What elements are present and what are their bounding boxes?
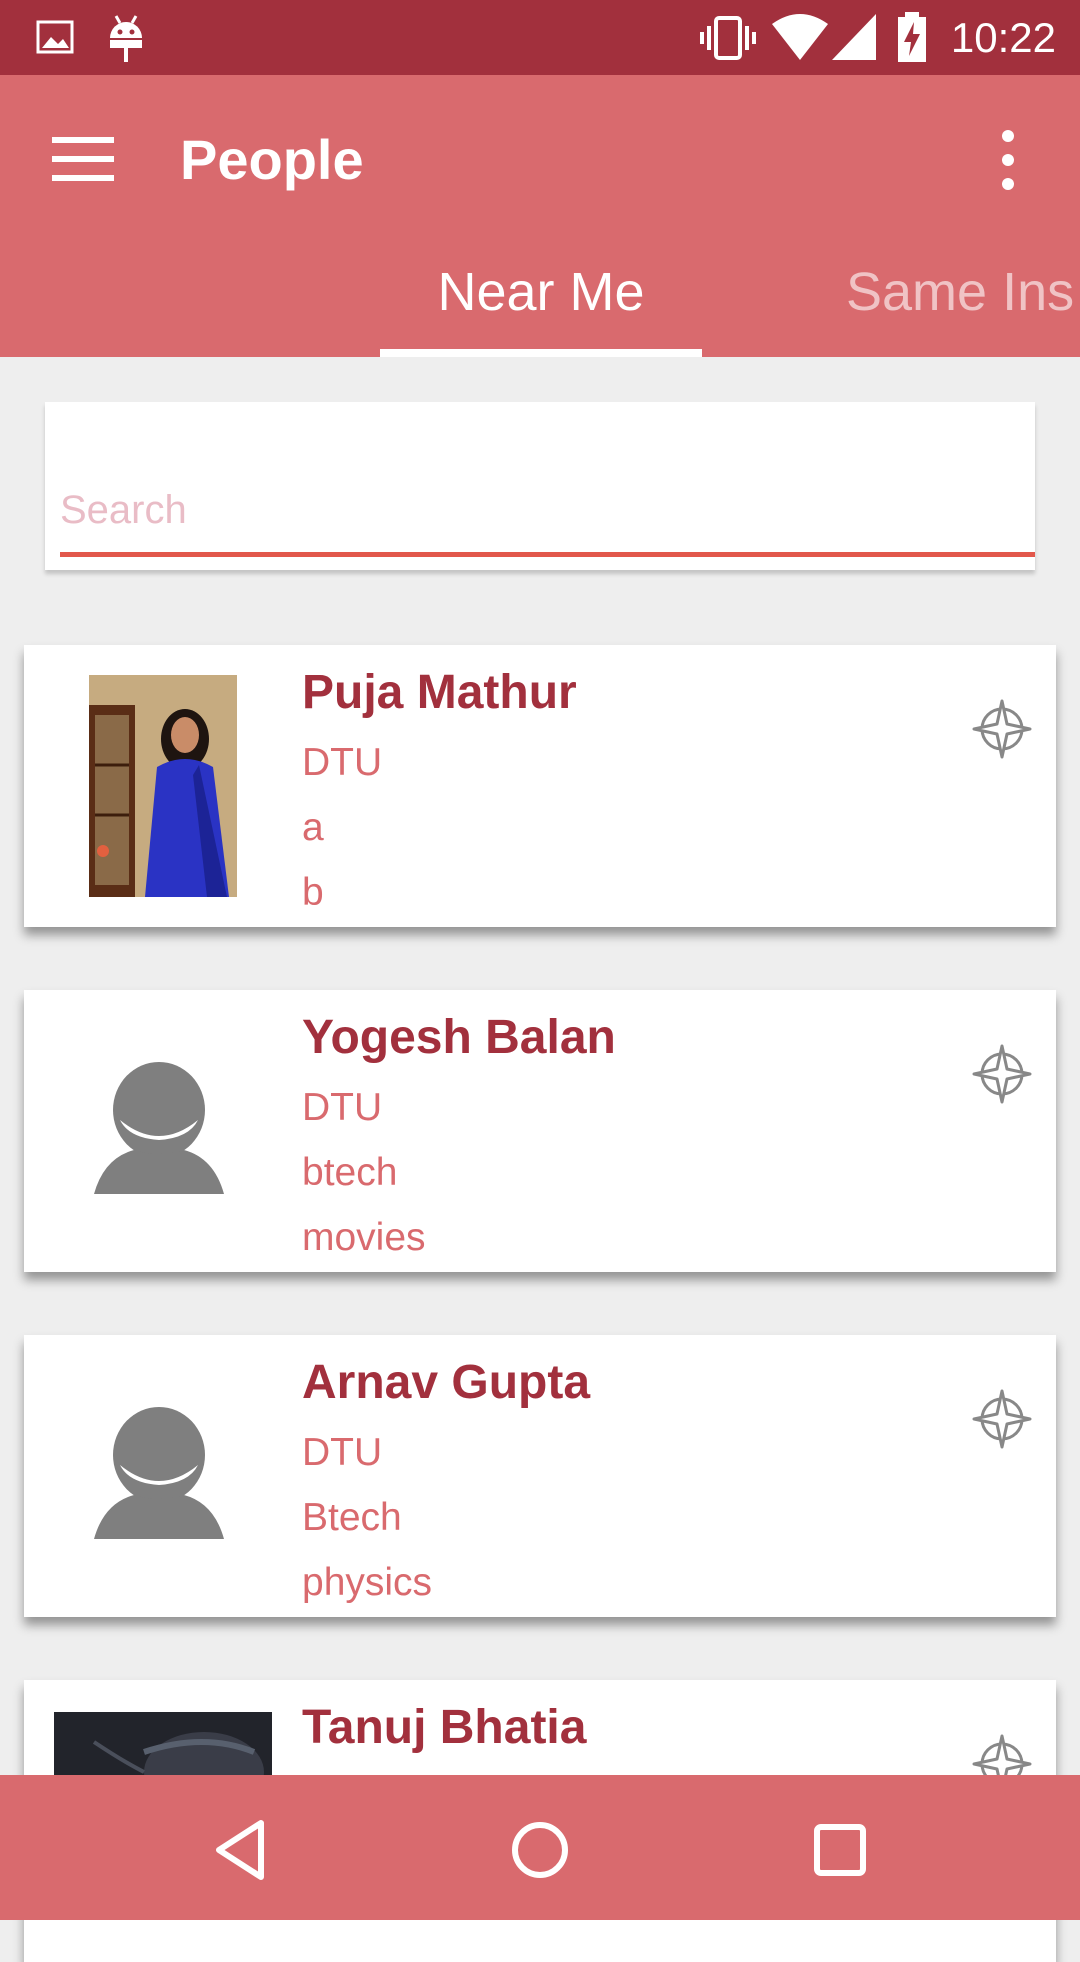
person-detail: a: [302, 806, 324, 849]
locate-icon[interactable]: [972, 1044, 1032, 1104]
signal-icon: [832, 14, 876, 60]
vibrate-icon: [700, 16, 756, 60]
person-card[interactable]: Puja Mathur DTU a b: [24, 645, 1056, 927]
person-detail: physics: [302, 1561, 433, 1604]
page-title: People: [180, 128, 364, 191]
avatar-photo: [89, 675, 237, 897]
default-avatar-icon: [94, 1062, 224, 1194]
person-card[interactable]: Arnav Gupta DTU Btech physics: [24, 1335, 1056, 1617]
tab-indicator: [380, 349, 702, 357]
system-nav-bar: [0, 1775, 1080, 1920]
android-icon: [110, 15, 142, 62]
search-underline: [60, 552, 1035, 557]
person-detail: Btech: [302, 1496, 402, 1539]
person-institute: DTU: [302, 1431, 383, 1474]
person-name: Puja Mathur: [302, 666, 577, 719]
person-institute: DTU: [302, 741, 383, 784]
clock: 10:22: [950, 14, 1056, 61]
person-name: Yogesh Balan: [302, 1011, 616, 1064]
person-detail: b: [302, 871, 324, 914]
tab-same-institute[interactable]: Same Ins: [846, 265, 1074, 357]
back-icon[interactable]: [205, 1815, 275, 1885]
recents-icon[interactable]: [805, 1815, 875, 1885]
search-input[interactable]: [60, 480, 1035, 540]
person-card[interactable]: Yogesh Balan DTU btech movies: [24, 990, 1056, 1272]
person-detail: btech: [302, 1151, 398, 1194]
wifi-icon: [772, 14, 828, 60]
locate-icon[interactable]: [972, 699, 1032, 759]
tab-near-me[interactable]: Near Me: [380, 265, 702, 357]
home-icon[interactable]: [505, 1815, 575, 1885]
search-card: [45, 402, 1035, 570]
person-institute: DTU: [302, 1086, 383, 1129]
image-icon: [36, 20, 74, 54]
more-vert-icon[interactable]: [996, 130, 1020, 190]
locate-icon[interactable]: [972, 1389, 1032, 1449]
battery-charging-icon: [898, 12, 926, 62]
app-bar: People Near Me Same Ins: [0, 75, 1080, 357]
person-name: Arnav Gupta: [302, 1356, 591, 1409]
tab-label: Near Me: [437, 262, 645, 322]
status-bar: 10:22: [0, 0, 1080, 75]
hamburger-menu-icon[interactable]: [52, 137, 114, 181]
person-detail: movies: [302, 1216, 426, 1259]
default-avatar-icon: [94, 1407, 224, 1539]
tab-label: Same Ins: [846, 262, 1075, 322]
person-name: Tanuj Bhatia: [302, 1701, 587, 1754]
